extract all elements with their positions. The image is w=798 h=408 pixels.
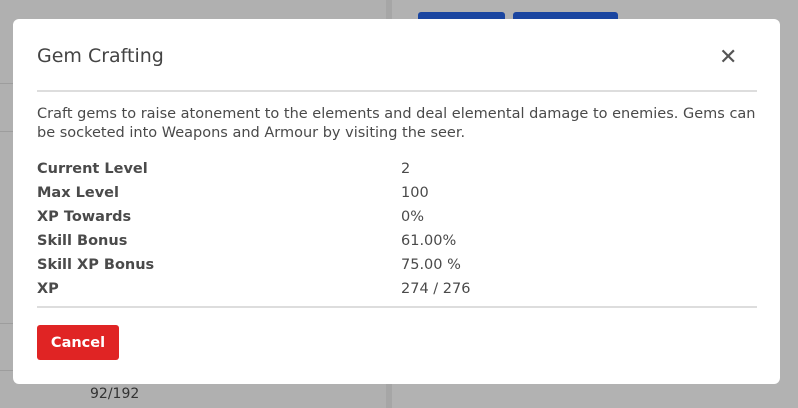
stat-label: Current Level <box>37 161 148 177</box>
stat-row: Skill Bonus 61.00% <box>37 233 757 257</box>
stat-label: XP Towards <box>37 209 132 225</box>
stat-row: Skill XP Bonus 75.00 % <box>37 257 757 281</box>
stat-value: 0% <box>401 209 425 225</box>
gem-crafting-modal: Gem Crafting ✕ Craft gems to raise atone… <box>13 19 780 384</box>
stats-list: Current Level 2 Max Level 100 XP Towards 0%… <box>37 161 757 305</box>
modal-title: Gem Crafting <box>37 45 164 67</box>
stat-row: XP 274 / 276 <box>37 281 757 305</box>
stat-label: XP <box>37 281 59 297</box>
stat-value: 100 <box>401 185 429 201</box>
close-icon[interactable]: ✕ <box>719 45 737 70</box>
cancel-button[interactable]: Cancel <box>37 325 119 360</box>
stat-value: 2 <box>401 161 411 177</box>
modal-description: Craft gems to raise atonement to the ele… <box>37 106 756 141</box>
stat-label: Skill Bonus <box>37 233 128 249</box>
stat-row: XP Towards 0% <box>37 209 757 233</box>
stat-value: 61.00% <box>401 233 457 249</box>
footer-divider <box>37 306 757 308</box>
stat-value: 75.00 % <box>401 257 461 273</box>
header-divider <box>37 90 757 92</box>
stat-row: Max Level 100 <box>37 185 757 209</box>
stat-label: Max Level <box>37 185 119 201</box>
stat-row: Current Level 2 <box>37 161 757 185</box>
stat-label: Skill XP Bonus <box>37 257 155 273</box>
stat-value: 274 / 276 <box>401 281 471 297</box>
background-count: 92/192 <box>90 386 140 402</box>
